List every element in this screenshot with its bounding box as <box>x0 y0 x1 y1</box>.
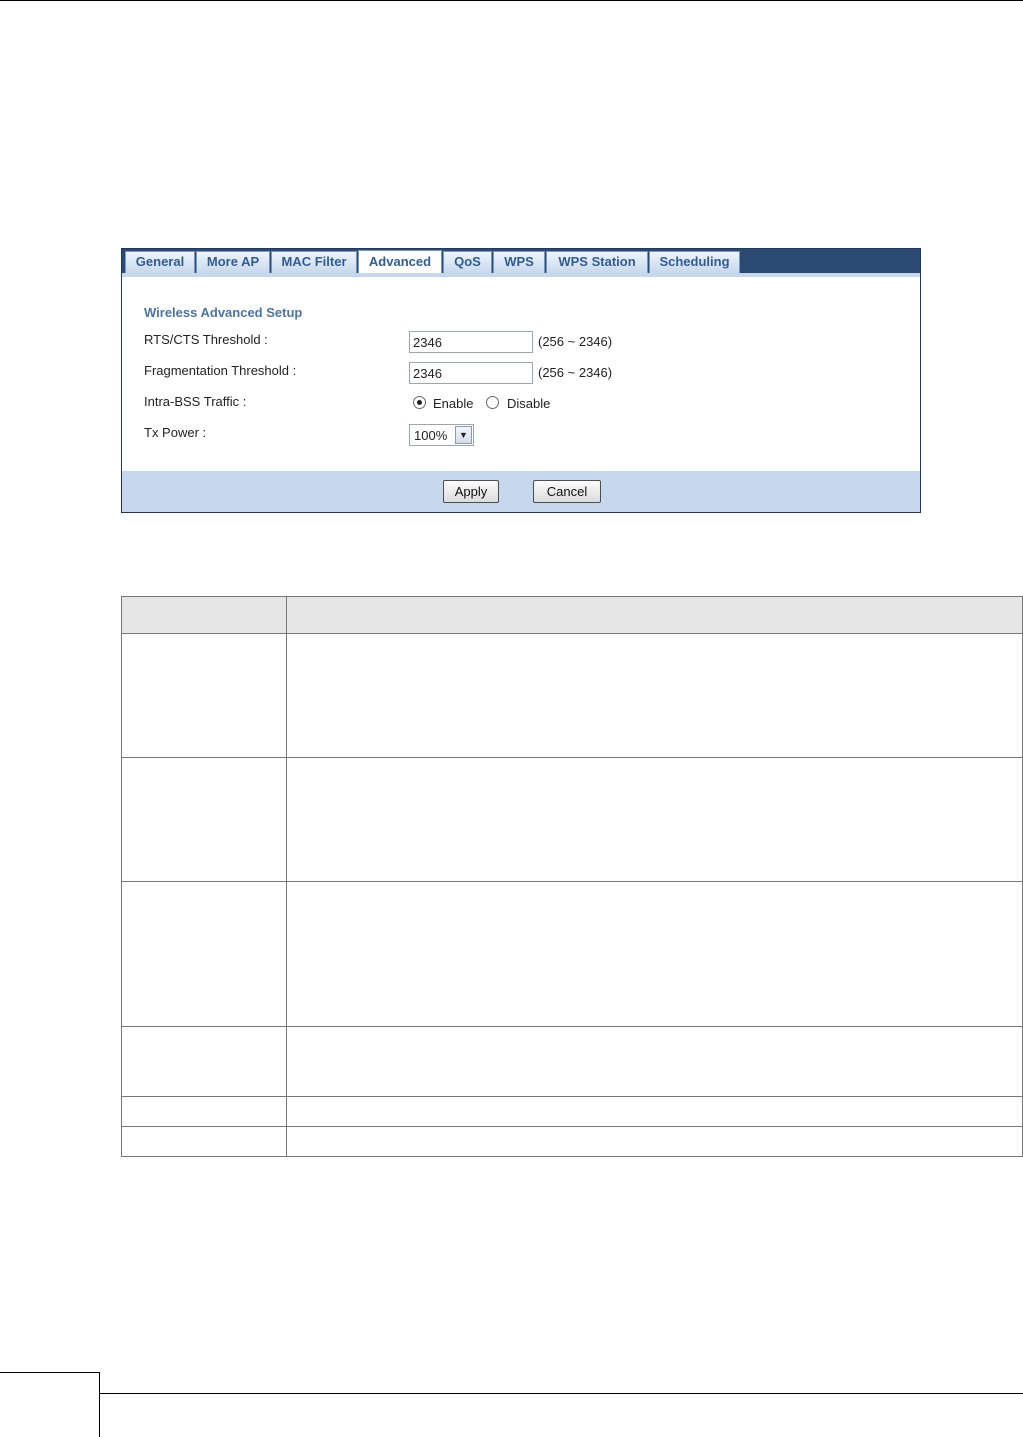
table-cell <box>286 596 1023 634</box>
rts-threshold-range: (256 ~ 2346) <box>538 334 613 349</box>
intra-bss-disable-radio[interactable] <box>486 396 499 409</box>
wireless-advanced-panel: General More AP MAC Filter Advanced QoS … <box>121 248 921 513</box>
table-row <box>121 1126 1023 1157</box>
table-cell <box>286 757 1023 882</box>
intra-bss-enable-radio[interactable] <box>413 396 426 409</box>
tab-qos[interactable]: QoS <box>443 251 492 273</box>
table-row <box>121 1096 1023 1127</box>
table-cell <box>121 596 287 634</box>
table-row <box>121 1026 1023 1097</box>
description-table <box>121 596 1023 1157</box>
tab-mac-filter[interactable]: MAC Filter <box>271 251 357 273</box>
tab-wps-station[interactable]: WPS Station <box>546 251 648 273</box>
table-header-row <box>121 596 1023 634</box>
tx-power-select[interactable]: 100% ▼ <box>409 424 474 446</box>
fragmentation-threshold-input[interactable] <box>409 362 533 384</box>
table-cell <box>121 1126 287 1157</box>
table-cell <box>286 1096 1023 1127</box>
intra-bss-traffic-label: Intra-BSS Traffic : <box>144 394 247 409</box>
fragmentation-threshold-label: Fragmentation Threshold : <box>144 363 297 378</box>
table-cell <box>286 1026 1023 1097</box>
settings-content: Wireless Advanced Setup RTS/CTS Threshol… <box>122 273 920 471</box>
cancel-button[interactable]: Cancel <box>533 480 601 503</box>
table-cell <box>121 633 287 758</box>
tab-advanced[interactable]: Advanced <box>358 250 442 274</box>
button-bar: Apply Cancel <box>122 471 920 512</box>
tab-general[interactable]: General <box>125 251 195 273</box>
intra-bss-disable-label: Disable <box>507 396 551 411</box>
intra-bss-enable-label: Enable <box>433 396 474 411</box>
header-rule <box>0 0 1023 1</box>
fragmentation-threshold-range: (256 ~ 2346) <box>538 365 613 380</box>
table-cell <box>121 1026 287 1097</box>
table-row <box>121 633 1023 758</box>
table-cell <box>121 1096 287 1127</box>
apply-button[interactable]: Apply <box>443 480 499 503</box>
section-title: Wireless Advanced Setup <box>144 305 303 320</box>
table-cell <box>121 757 287 882</box>
tab-bar: General More AP MAC Filter Advanced QoS … <box>122 249 920 274</box>
table-row <box>121 757 1023 882</box>
table-cell <box>121 881 287 1027</box>
tx-power-label: Tx Power : <box>144 425 207 440</box>
chevron-down-icon: ▼ <box>455 426 472 444</box>
table-cell <box>286 633 1023 758</box>
rts-threshold-input[interactable] <box>409 331 533 353</box>
rts-threshold-label: RTS/CTS Threshold : <box>144 332 268 347</box>
page-number-box <box>0 1372 100 1437</box>
footer-rule <box>100 1393 1023 1394</box>
table-row <box>121 881 1023 1027</box>
tab-scheduling[interactable]: Scheduling <box>649 251 740 273</box>
tab-wps[interactable]: WPS <box>493 251 545 273</box>
tx-power-value: 100% <box>414 428 448 443</box>
table-cell <box>286 1126 1023 1157</box>
tab-more-ap[interactable]: More AP <box>196 251 270 273</box>
table-cell <box>286 881 1023 1027</box>
